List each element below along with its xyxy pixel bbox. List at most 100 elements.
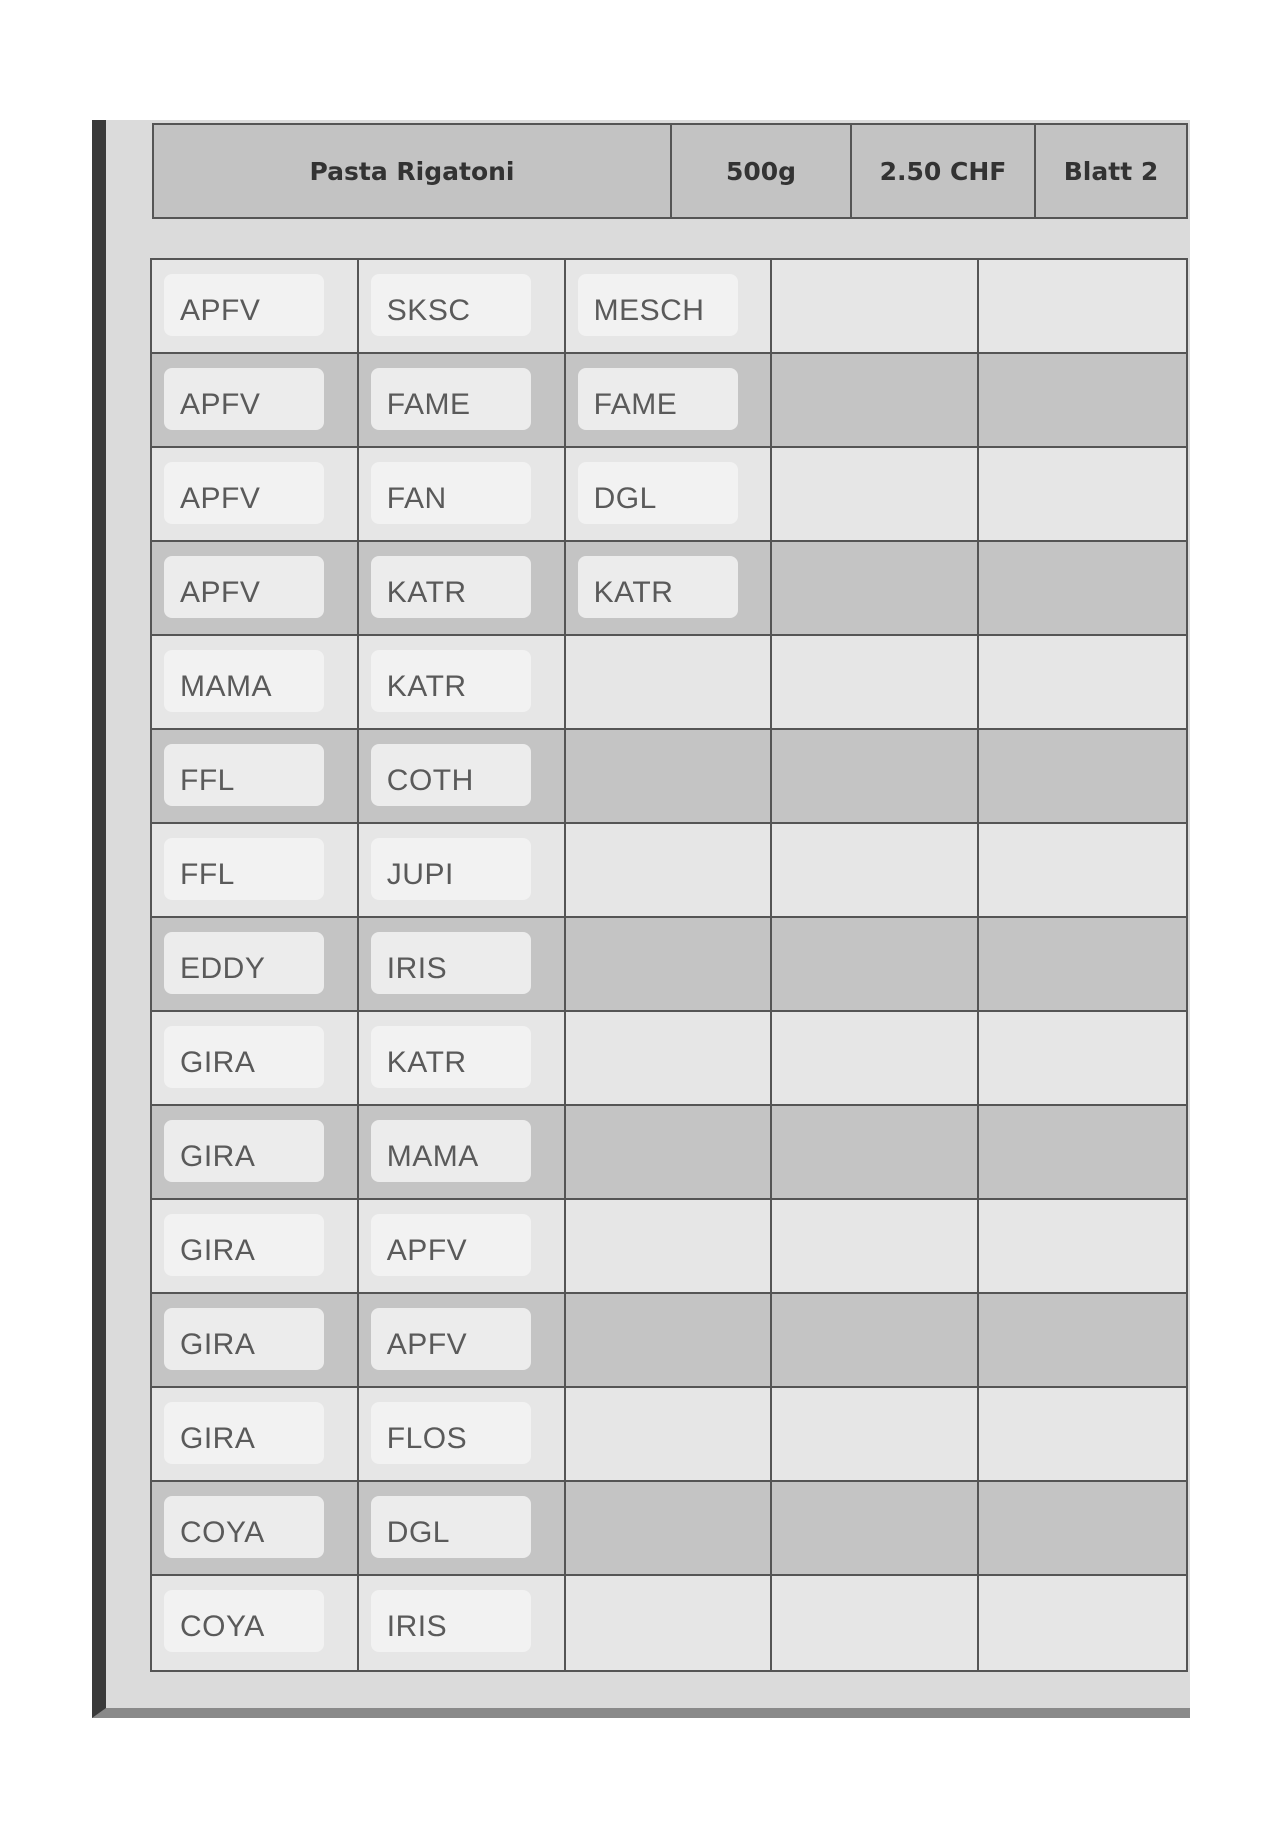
name-label-tag: IRIS	[370, 932, 531, 994]
name-label-tag: MAMA	[164, 650, 324, 712]
table-cell: KATR	[566, 542, 773, 634]
table-cell	[979, 1294, 1186, 1386]
table-cell: APFV	[152, 448, 359, 540]
table-cell	[979, 354, 1186, 446]
table-row: EDDY IRIS	[152, 918, 1186, 1012]
table-cell	[772, 730, 980, 822]
name-label-tag: SKSC	[370, 274, 531, 336]
table-cell: IRIS	[359, 918, 566, 1010]
name-label-tag: FAME	[577, 368, 738, 430]
table-cell: APFV	[152, 354, 359, 446]
table-cell: FLOS	[359, 1388, 566, 1480]
table-row: COYA IRIS	[152, 1576, 1186, 1670]
table-cell: COYA	[152, 1482, 359, 1574]
table-row: FFL COTH	[152, 730, 1186, 824]
table-cell: GIRA	[152, 1294, 359, 1386]
table-cell: MAMA	[359, 1106, 566, 1198]
tally-grid: APFV SKSC MESCH APFV FAME FAME APFV FAN DGL APFV K…	[150, 258, 1188, 1672]
sheet-header: Pasta Rigatoni 500g 2.50 CHF Blatt 2	[152, 123, 1188, 219]
table-cell: IRIS	[359, 1576, 566, 1670]
table-cell: MAMA	[152, 636, 359, 728]
name-label-tag: MESCH	[577, 274, 738, 336]
name-label-tag: KATR	[370, 650, 531, 712]
table-row: FFL JUPI	[152, 824, 1186, 918]
name-label-tag: APFV	[370, 1308, 531, 1370]
table-cell: GIRA	[152, 1012, 359, 1104]
name-label-tag: GIRA	[164, 1402, 324, 1464]
table-row: GIRA APFV	[152, 1294, 1186, 1388]
table-cell: APFV	[152, 260, 359, 352]
table-row: COYA DGL	[152, 1482, 1186, 1576]
name-label-tag: APFV	[164, 556, 324, 618]
name-label-tag: APFV	[164, 462, 324, 524]
product-price: 2.50 CHF	[852, 125, 1036, 217]
table-cell: FFL	[152, 730, 359, 822]
table-row: GIRA KATR	[152, 1012, 1186, 1106]
table-row: MAMA KATR	[152, 636, 1186, 730]
table-cell: KATR	[359, 542, 566, 634]
name-label-tag: GIRA	[164, 1308, 324, 1370]
name-label-tag: COTH	[370, 744, 531, 806]
table-cell	[979, 918, 1186, 1010]
table-row: APFV FAN DGL	[152, 448, 1186, 542]
name-label-tag: FFL	[164, 838, 324, 900]
table-row: GIRA MAMA	[152, 1106, 1186, 1200]
name-label-tag: EDDY	[164, 932, 324, 994]
table-cell	[772, 1576, 980, 1670]
table-cell: DGL	[359, 1482, 566, 1574]
table-cell	[566, 1576, 773, 1670]
sheet-number: Blatt 2	[1063, 156, 1159, 186]
name-label-tag: GIRA	[164, 1214, 324, 1276]
table-cell	[566, 636, 773, 728]
name-label-tag: APFV	[370, 1214, 531, 1276]
table-cell: JUPI	[359, 824, 566, 916]
table-cell	[979, 1106, 1186, 1198]
table-cell	[566, 1482, 773, 1574]
table-cell	[979, 1482, 1186, 1574]
table-cell: GIRA	[152, 1388, 359, 1480]
table-cell	[979, 824, 1186, 916]
table-row: APFV FAME FAME	[152, 354, 1186, 448]
name-label-tag: APFV	[164, 274, 324, 336]
product-quantity: 500g	[672, 125, 852, 217]
table-cell	[979, 448, 1186, 540]
table-cell: APFV	[152, 542, 359, 634]
table-cell	[772, 1012, 980, 1104]
table-cell	[772, 354, 980, 446]
table-cell: FAME	[359, 354, 566, 446]
name-label-tag: IRIS	[370, 1590, 531, 1652]
table-cell: MESCH	[566, 260, 773, 352]
table-cell	[566, 1106, 773, 1198]
name-label-tag: FAN	[370, 462, 531, 524]
table-cell	[566, 1388, 773, 1480]
table-cell	[772, 260, 980, 352]
table-cell: SKSC	[359, 260, 566, 352]
table-cell	[979, 730, 1186, 822]
table-cell	[772, 918, 980, 1010]
table-row: GIRA FLOS	[152, 1388, 1186, 1482]
name-label-tag: FAME	[370, 368, 531, 430]
table-row: APFV SKSC MESCH	[152, 260, 1186, 354]
name-label-tag: JUPI	[370, 838, 531, 900]
table-cell	[979, 1388, 1186, 1480]
table-cell: FAN	[359, 448, 566, 540]
table-cell: APFV	[359, 1294, 566, 1386]
table-cell	[566, 730, 773, 822]
table-cell	[979, 542, 1186, 634]
name-label-tag: COYA	[164, 1496, 324, 1558]
table-cell: COYA	[152, 1576, 359, 1670]
table-cell	[772, 1294, 980, 1386]
name-label-tag: FFL	[164, 744, 324, 806]
table-cell: APFV	[359, 1200, 566, 1292]
name-label-tag: APFV	[164, 368, 324, 430]
name-label-tag: MAMA	[370, 1120, 531, 1182]
table-cell	[566, 1294, 773, 1386]
name-label-tag: FLOS	[370, 1402, 531, 1464]
table-cell	[772, 1106, 980, 1198]
table-cell	[772, 1200, 980, 1292]
table-cell: FAME	[566, 354, 773, 446]
table-cell: FFL	[152, 824, 359, 916]
table-cell	[772, 636, 980, 728]
table-cell	[979, 1200, 1186, 1292]
name-label-tag: KATR	[370, 1026, 531, 1088]
